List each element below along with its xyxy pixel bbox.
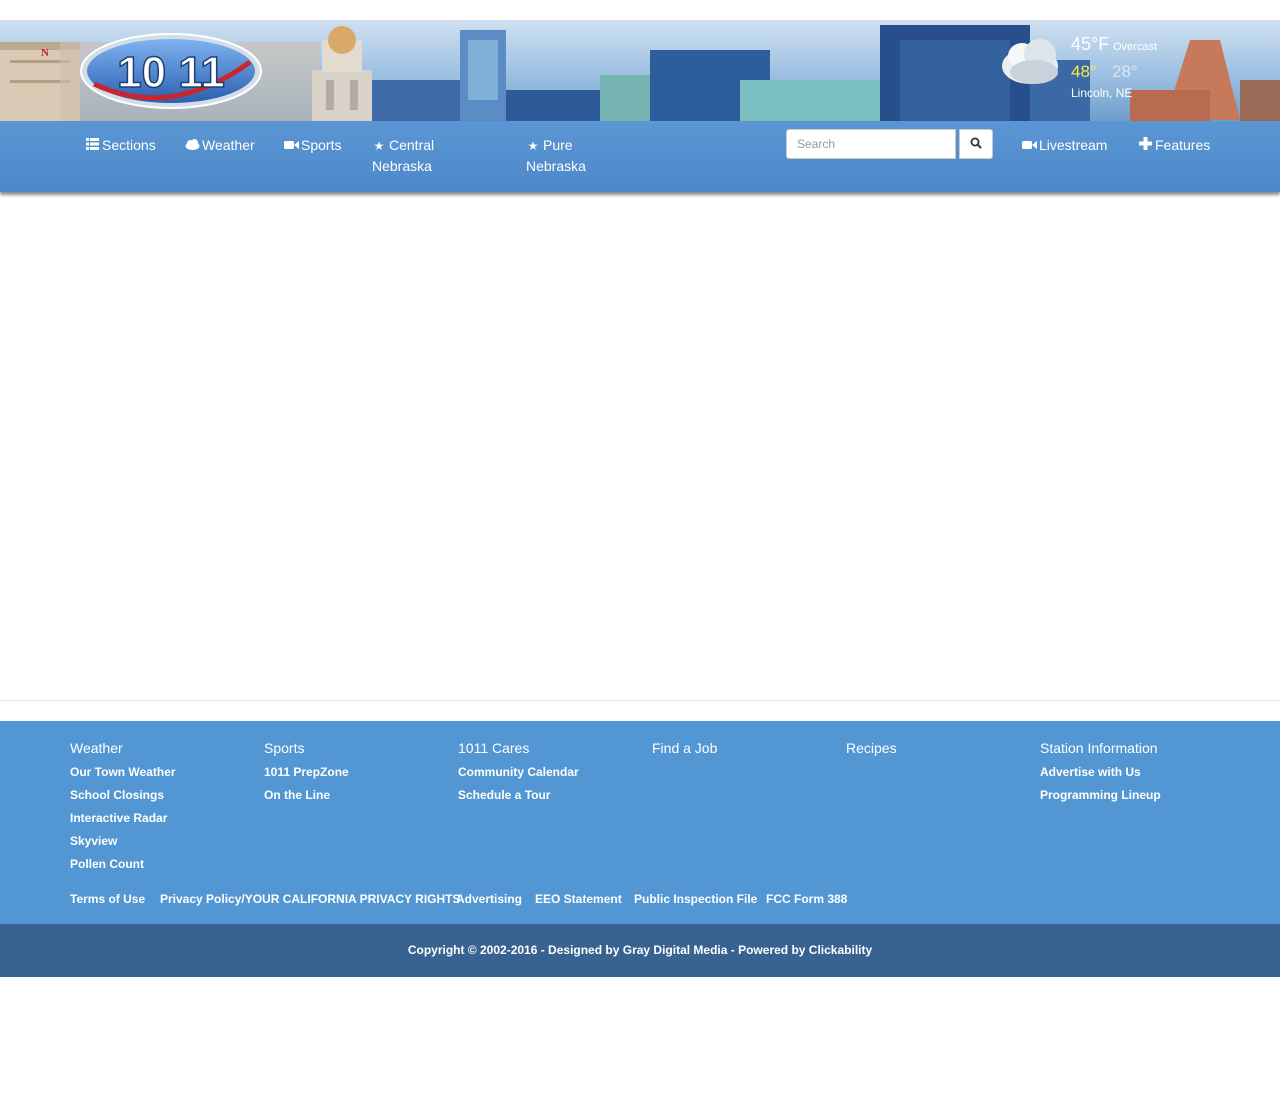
copyright-text: Copyright © 2002-2016 - Designed by — [407, 943, 623, 957]
svg-text:10 11: 10 11 — [117, 48, 225, 97]
designer-link[interactable]: Gray Digital Media — [623, 943, 728, 957]
header-banner: N 10 11 45°F Overcast 48° 28° Lincoln, N… — [0, 20, 1280, 121]
content-divider — [0, 700, 1280, 701]
footer-link[interactable]: Skyview — [70, 835, 176, 847]
site-footer: Weather Our Town Weather School Closings… — [0, 721, 1280, 924]
footer-column-title[interactable]: Station Information — [1040, 741, 1161, 755]
nav-weather-label: Weather — [202, 137, 255, 153]
footer-link[interactable]: 1011 PrepZone — [264, 766, 349, 778]
nav-livestream-label: Livestream — [1039, 137, 1108, 153]
nav-pure-nebraska[interactable]: ★ Pure Nebraska — [526, 135, 606, 176]
low-temperature: 28° — [1112, 62, 1138, 81]
footer-link[interactable]: Our Town Weather — [70, 766, 176, 778]
footer-column-title[interactable]: Sports — [264, 741, 349, 755]
list-icon — [85, 136, 99, 156]
nav-livestream[interactable]: Livestream — [1022, 135, 1107, 156]
copyright-bar: Copyright © 2002-2016 - Designed by Gray… — [0, 924, 1280, 977]
nav-sports[interactable]: Sports — [284, 135, 341, 156]
high-temperature: 48° — [1071, 62, 1097, 81]
footer-link[interactable]: Schedule a Tour — [458, 789, 579, 801]
star-icon: ★ — [527, 139, 539, 153]
search-button[interactable] — [959, 129, 993, 159]
footer-link[interactable]: Programming Lineup — [1040, 789, 1161, 801]
public-inspection-file-link[interactable]: Public Inspection File — [634, 892, 757, 906]
weather-location: Lincoln, NE — [1071, 86, 1133, 100]
nav-sports-label: Sports — [301, 137, 342, 153]
footer-link[interactable]: Community Calendar — [458, 766, 579, 778]
weather-widget[interactable]: 45°F Overcast 48° 28° Lincoln, NE — [1000, 30, 1200, 115]
nav-sections-label: Sections — [102, 137, 156, 153]
svg-text:N: N — [41, 47, 49, 59]
nav-sections[interactable]: Sections — [85, 135, 156, 156]
footer-column-title[interactable]: Recipes — [846, 741, 897, 755]
footer-column-title[interactable]: 1011 Cares — [458, 741, 579, 755]
privacy-policy-link[interactable]: Privacy Policy/YOUR CALIFORNIA PRIVACY R… — [160, 892, 461, 906]
footer-column-title[interactable]: Find a Job — [652, 741, 717, 755]
footer-link[interactable]: On the Line — [264, 789, 349, 801]
footer-column-recipes: Recipes — [846, 741, 897, 766]
footer-column-find-a-job: Find a Job — [652, 741, 717, 766]
main-navbar: Sections Weather Sports ★ Central Nebrask… — [0, 121, 1280, 192]
powered-by-link[interactable]: Clickability — [809, 943, 872, 957]
weather-condition: Overcast — [1113, 41, 1158, 53]
station-logo[interactable]: 10 11 — [80, 32, 262, 110]
fcc-form-388-link[interactable]: FCC Form 388 — [766, 892, 847, 906]
footer-link[interactable]: Pollen Count — [70, 858, 176, 870]
footer-link[interactable]: Advertise with Us — [1040, 766, 1161, 778]
nav-weather[interactable]: Weather — [185, 135, 255, 156]
footer-column-1011-cares: 1011 Cares Community Calendar Schedule a… — [458, 741, 579, 812]
footer-column-weather: Weather Our Town Weather School Closings… — [70, 741, 176, 881]
cloud-icon — [185, 136, 200, 156]
powered-by-text: - Powered by — [727, 943, 809, 957]
eeo-statement-link[interactable]: EEO Statement — [535, 892, 622, 906]
footer-column-station-information: Station Information Advertise with Us Pr… — [1040, 741, 1161, 812]
footer-column-sports: Sports 1011 PrepZone On the Line — [264, 741, 349, 812]
nav-features[interactable]: Features — [1138, 135, 1210, 156]
plus-icon — [1138, 136, 1152, 156]
terms-of-use-link[interactable]: Terms of Use — [70, 892, 145, 906]
current-temperature: 45°F — [1071, 34, 1110, 54]
nav-features-label: Features — [1155, 137, 1211, 153]
advertising-link[interactable]: Advertising — [456, 892, 522, 906]
footer-column-title[interactable]: Weather — [70, 741, 176, 755]
footer-link[interactable]: School Closings — [70, 789, 176, 801]
overcast-cloud-icon — [1002, 39, 1058, 84]
video-camera-icon — [1022, 136, 1037, 156]
nav-central-nebraska[interactable]: ★ Central Nebraska — [372, 135, 472, 176]
video-camera-icon — [284, 136, 299, 156]
star-icon: ★ — [373, 139, 385, 153]
search-input[interactable] — [786, 129, 956, 159]
footer-link[interactable]: Interactive Radar — [70, 812, 176, 824]
search-icon — [970, 137, 982, 149]
